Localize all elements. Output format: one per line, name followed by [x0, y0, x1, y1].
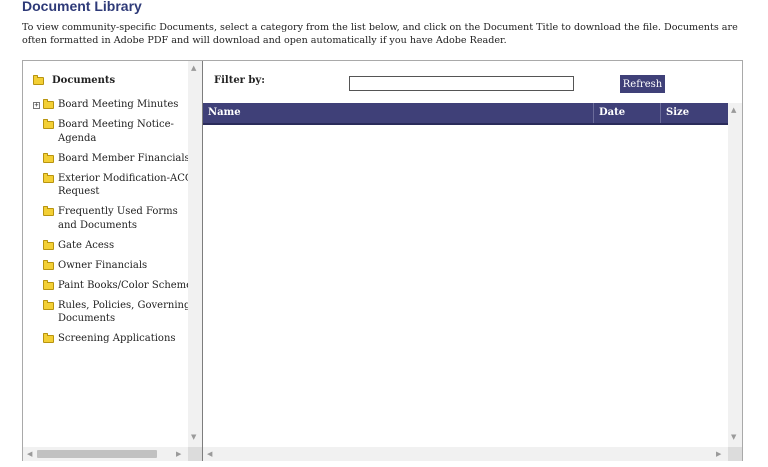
- tree-item[interactable]: Frequently Used Forms and Documents: [33, 205, 198, 232]
- scroll-left-arrow-icon[interactable]: ◀: [27, 450, 32, 458]
- scrollbar-corner: [188, 447, 202, 461]
- category-list: + Board Meeting Minutes Board Meeting Noti…: [33, 98, 198, 352]
- grid-body: [203, 125, 728, 447]
- tree-item-label: Board Meeting Notice-Agenda: [58, 119, 174, 144]
- tree-item[interactable]: Exterior Modification-ACC Request: [33, 172, 198, 199]
- folder-icon: [43, 152, 54, 163]
- tree-item-label: Gate Acess: [58, 239, 115, 251]
- tree-item-label: Paint Books/Color Schemes: [58, 279, 198, 291]
- tree-scroll-thumb[interactable]: [37, 450, 157, 458]
- folder-icon: [43, 259, 54, 270]
- tree-horizontal-scrollbar[interactable]: ◀ ▶: [23, 447, 188, 461]
- refresh-button[interactable]: Refresh: [620, 75, 665, 93]
- expand-plus-icon[interactable]: +: [33, 102, 40, 109]
- tree-expander-slot: +: [33, 98, 43, 112]
- folder-icon: [43, 279, 54, 290]
- scroll-left-arrow-icon[interactable]: ◀: [207, 450, 212, 458]
- page-title: Document Library: [22, 0, 142, 14]
- tree-item-label: Frequently Used Forms and Documents: [58, 206, 178, 231]
- scroll-down-arrow-icon[interactable]: ▼: [731, 433, 736, 441]
- tree-item[interactable]: Rules, Policies, Governing Documents: [33, 299, 198, 326]
- folder-icon: [43, 206, 54, 216]
- folder-icon: [43, 299, 54, 310]
- tree-item[interactable]: Owner Financials: [33, 259, 198, 273]
- tree-root[interactable]: Documents: [33, 74, 116, 86]
- tree-item-label: Board Member Financials: [58, 152, 190, 164]
- grid-horizontal-scrollbar[interactable]: ◀ ▶: [203, 447, 728, 461]
- folder-icon: [43, 333, 54, 343]
- scroll-right-arrow-icon[interactable]: ▶: [716, 450, 721, 458]
- tree-item[interactable]: Paint Books/Color Schemes: [33, 279, 198, 293]
- grid-vertical-scrollbar[interactable]: ▲ ▼: [728, 103, 742, 447]
- scroll-down-arrow-icon[interactable]: ▼: [191, 433, 196, 441]
- tree-item-label: Owner Financials: [58, 259, 148, 271]
- filter-input[interactable]: [349, 76, 574, 91]
- tree-item[interactable]: Board Member Financials: [33, 152, 198, 166]
- tree-item-label: Board Meeting Minutes: [58, 99, 179, 110]
- column-header-name[interactable]: Name: [203, 103, 593, 123]
- grid-header: Name Date Size: [203, 103, 728, 125]
- scroll-up-arrow-icon[interactable]: ▲: [191, 64, 196, 72]
- document-list-pane: Filter by: Refresh Name Date Size ▲ ▼ ◀ …: [203, 61, 743, 461]
- tree-item-label: Rules, Policies, Governing Documents: [58, 299, 191, 325]
- tree-item[interactable]: + Board Meeting Minutes: [33, 98, 198, 112]
- scroll-up-arrow-icon[interactable]: ▲: [731, 106, 736, 114]
- folder-icon: [33, 74, 44, 85]
- tree-item-label: Exterior Modification-ACC Request: [58, 172, 193, 198]
- filter-label: Filter by:: [214, 75, 265, 86]
- category-tree-pane: Documents + Board Meeting Minutes Board Me…: [23, 61, 202, 461]
- tree-item[interactable]: Board Meeting Notice-Agenda: [33, 118, 198, 145]
- intro-text: To view community-specific Documents, se…: [22, 22, 738, 46]
- column-header-size[interactable]: Size: [660, 103, 728, 123]
- scrollbar-corner: [728, 447, 742, 461]
- folder-icon: [43, 172, 54, 183]
- column-header-date[interactable]: Date: [593, 103, 660, 123]
- tree-vertical-scrollbar[interactable]: ▲ ▼: [188, 61, 202, 447]
- folder-icon: [43, 239, 54, 250]
- tree-item[interactable]: Screening Applications: [33, 332, 198, 346]
- document-library-panel: Documents + Board Meeting Minutes Board Me…: [22, 60, 743, 461]
- folder-icon: [43, 119, 54, 129]
- tree-item-label: Screening Applications: [58, 333, 176, 344]
- folder-icon: [43, 99, 54, 109]
- tree-item[interactable]: Gate Acess: [33, 239, 198, 253]
- scroll-right-arrow-icon[interactable]: ▶: [176, 450, 181, 458]
- tree-root-label: Documents: [52, 75, 116, 86]
